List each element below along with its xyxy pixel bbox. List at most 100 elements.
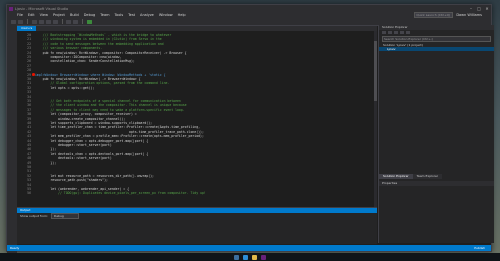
visual-studio-icon[interactable] xyxy=(261,254,266,260)
code-line[interactable]: let debugger_chan = opts.debugger_port.m… xyxy=(35,139,148,143)
menu-window[interactable]: Window xyxy=(159,13,173,17)
collapse-all-icon[interactable] xyxy=(400,31,404,34)
code-line[interactable]: let (compositor_proxy, compositor_receiv… xyxy=(35,112,136,116)
save-all-icon[interactable] xyxy=(52,19,58,24)
menu-team[interactable]: Team xyxy=(100,13,109,17)
menu-edit[interactable]: Edit xyxy=(28,13,35,17)
code-line[interactable]: }); xyxy=(35,161,56,165)
tab-team-explorer[interactable]: Team Explorer xyxy=(412,174,443,179)
line-number: 49 xyxy=(27,160,31,165)
code-line[interactable]: /// Bootstrapping `WindowMethods` - whic… xyxy=(35,33,172,37)
menu-tools[interactable]: Tools xyxy=(115,13,124,17)
save-icon[interactable] xyxy=(45,19,51,24)
editor-scroll-thumb[interactable] xyxy=(374,41,377,101)
start-icon[interactable] xyxy=(234,254,239,260)
line-number: 27 xyxy=(27,63,31,68)
forward-icon[interactable] xyxy=(18,19,23,24)
line-number: 47 xyxy=(27,151,31,156)
publish-button[interactable]: Publish xyxy=(474,245,491,251)
code-line[interactable]: devtools::start_server(port) xyxy=(35,156,112,160)
undo-icon[interactable] xyxy=(66,19,71,24)
line-number: 23 xyxy=(27,46,31,51)
code-line[interactable]: let mem_profiler_chan = profile_mem::Pro… xyxy=(35,134,204,138)
code-line[interactable]: impl<Window> Browser<Window> where Windo… xyxy=(35,73,166,77)
line-number: 54 xyxy=(27,182,31,187)
home-icon[interactable] xyxy=(382,31,386,34)
line-number: 24 xyxy=(27,50,31,55)
browser-icon[interactable] xyxy=(243,254,248,260)
code-line[interactable]: /// various browser components. xyxy=(35,46,103,50)
output-toolbar: Show output from: Debug xyxy=(17,213,377,219)
line-number: 21 xyxy=(27,37,31,42)
code-line[interactable]: let (webrender, webrender_api_sender) = … xyxy=(35,187,129,191)
line-number: 30 xyxy=(27,77,31,81)
redo-icon[interactable] xyxy=(73,19,78,24)
line-number: 46 xyxy=(27,147,31,152)
menu-analyze[interactable]: Analyze xyxy=(140,13,154,17)
menu-file[interactable]: File xyxy=(17,13,23,17)
user-name[interactable]: Dawn Williams xyxy=(456,13,482,17)
properties-panel: Properties xyxy=(379,181,494,243)
menu-build[interactable]: Build xyxy=(70,13,79,17)
status-text: Ready xyxy=(10,246,20,250)
code-line[interactable]: }); xyxy=(35,147,56,151)
code-line[interactable]: constellation_chan: SenderConstellationM… xyxy=(35,59,134,63)
code-line[interactable]: let time_profiler_chan = time_profiler::… xyxy=(35,125,200,129)
start-debugging-icon[interactable] xyxy=(86,19,92,24)
menu-help[interactable]: Help xyxy=(178,13,186,17)
line-number: 45 xyxy=(27,143,31,147)
code-line[interactable]: debugger::start_server(port) xyxy=(35,143,112,147)
line-number: 22 xyxy=(27,41,31,46)
close-button[interactable]: ✕ xyxy=(483,5,491,12)
breakpoint-icon[interactable] xyxy=(32,73,35,76)
minimize-button[interactable]: – xyxy=(467,5,475,12)
toolbar-separator xyxy=(27,19,28,24)
menu-test[interactable]: Test xyxy=(128,13,135,17)
code-line[interactable]: // the client window and the compositor.… xyxy=(35,103,186,107)
line-number: 56 xyxy=(27,191,31,196)
code-line[interactable]: // TODO(gw): Duplicates device_pixels_pe… xyxy=(35,191,206,195)
solution-search-input[interactable]: Search Solution Explorer (Ctrl+;) xyxy=(382,36,491,42)
code-line[interactable]: let opts = opts::get(); xyxy=(35,86,94,90)
code-line[interactable]: opts.time_profiler_trace_path.clone()); xyxy=(35,130,204,134)
open-icon[interactable] xyxy=(38,19,44,24)
visual-studio-window: Ljosiv - Microsoft Visual Studio – □ ✕ F… xyxy=(6,4,494,257)
line-number: 40 xyxy=(27,121,31,125)
menu-project[interactable]: Project xyxy=(53,13,65,17)
code-line[interactable]: let mut resource_path = resources_dir_pa… xyxy=(35,174,154,178)
code-line[interactable]: // Global configuration options, parsed … xyxy=(35,81,169,85)
code-line[interactable]: pub fn new(window: Rc<Window>, composito… xyxy=(35,51,187,55)
code-line[interactable]: window.create_compositor_channel(); xyxy=(35,117,125,121)
code-line[interactable]: /// windowing system is embedded in (Glu… xyxy=(35,37,162,41)
code-line[interactable]: compositor::IOCompositor::new(window, xyxy=(35,55,121,59)
tab-solution-explorer[interactable]: Solution Explorer xyxy=(379,174,413,179)
sync-icon[interactable] xyxy=(388,31,392,34)
back-icon[interactable] xyxy=(11,19,16,24)
code-line[interactable]: // Get both endpoints of a special chann… xyxy=(35,99,181,103)
refresh-icon[interactable] xyxy=(394,31,398,34)
code-line[interactable]: /// code to send messages between the em… xyxy=(35,42,164,46)
code-line[interactable]: let supports_clipboard = window.supports… xyxy=(35,121,152,125)
properties-title[interactable]: Properties xyxy=(379,181,494,186)
menu-view[interactable]: View xyxy=(40,13,48,17)
output-panel: Output Show output from: Debug xyxy=(17,207,377,244)
line-number: 44 xyxy=(27,138,31,143)
output-source-dropdown[interactable]: Debug xyxy=(50,213,79,219)
code-editor[interactable]: 20 /// Bootstrapping `WindowMethods` - w… xyxy=(17,31,377,207)
line-number: 35 xyxy=(27,99,31,103)
maximize-button[interactable]: □ xyxy=(475,5,483,12)
folder-icon[interactable] xyxy=(252,254,257,260)
code-line[interactable]: resource_path.push("shaders"); xyxy=(35,178,108,182)
tree-item-project[interactable]: Ljosiv xyxy=(379,47,494,51)
line-number: 33 xyxy=(27,90,31,95)
toolbox-strip[interactable] xyxy=(7,25,17,257)
new-file-icon[interactable] xyxy=(31,19,37,24)
properties-icon[interactable] xyxy=(406,31,410,34)
editor-scrollbar[interactable] xyxy=(374,31,377,207)
line-number: 26 xyxy=(27,59,31,64)
code-line[interactable]: pub fn new(window: Rc<Window>) -> Browse… xyxy=(35,77,141,81)
code-line[interactable]: // messages to client may need to wake a… xyxy=(35,108,184,112)
solution-explorer-toolbar xyxy=(379,30,494,35)
code-line[interactable]: let devtools_chan = opts.devtools_port.m… xyxy=(35,152,148,156)
menu-debug[interactable]: Debug xyxy=(84,13,96,17)
